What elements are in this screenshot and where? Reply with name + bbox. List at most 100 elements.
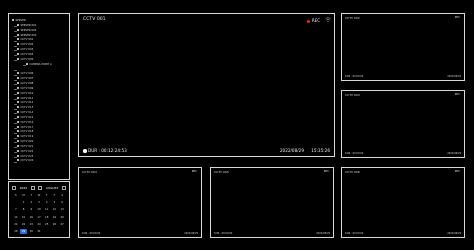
tree-item-label: CCTV 019 bbox=[20, 135, 34, 139]
calendar-day[interactable]: 14 bbox=[12, 215, 20, 220]
calendar-day[interactable]: 11 bbox=[43, 207, 51, 212]
tree-node-icon bbox=[17, 130, 19, 133]
tree-item-label: CAMERA POINT A bbox=[29, 62, 52, 66]
calendar-month: AUGUST bbox=[45, 186, 59, 190]
calendar-day[interactable]: 3 bbox=[35, 200, 43, 205]
camera-date: 2022/08/29 bbox=[447, 152, 461, 155]
calendar-day[interactable]: 5 bbox=[51, 200, 59, 205]
calendar-day[interactable]: 30 bbox=[27, 229, 35, 234]
duration-display: DUR : 00:12:24:53 bbox=[83, 148, 127, 153]
weekday-label: T bbox=[45, 194, 48, 197]
calendar-day[interactable]: 1 bbox=[20, 200, 28, 205]
calendar-day[interactable]: 17 bbox=[35, 215, 43, 220]
tree-item-label: CCTV 008 bbox=[20, 81, 34, 85]
tree-item-label: CCTV 021 bbox=[20, 144, 34, 148]
main-camera-view[interactable]: CCTV 001 REC DUR : 00:12:24:53 2022/08/2… bbox=[78, 13, 335, 157]
camera-date: 2022/08/29 bbox=[279, 148, 304, 153]
signal-icon bbox=[325, 17, 331, 22]
calendar-day[interactable]: 31 bbox=[35, 229, 43, 234]
camera-date: 2022/08/29 bbox=[447, 232, 461, 235]
rec-indicator: REC bbox=[454, 170, 460, 173]
camera-title: CCTV 002 bbox=[345, 16, 360, 20]
tree-node-icon bbox=[17, 140, 19, 143]
calendar-day[interactable]: 6 bbox=[58, 200, 66, 205]
calendar-day[interactable]: 12 bbox=[51, 207, 59, 212]
calendar-day[interactable]: 20 bbox=[58, 215, 66, 220]
camera-date: 2022/08/29 bbox=[184, 232, 198, 235]
device-tree-panel: SERVER SERVER 001 SERVER 002 SERVER 003 CCTV… bbox=[8, 13, 70, 180]
rec-indicator: REC bbox=[307, 18, 320, 23]
calendar-day[interactable]: 24 bbox=[35, 222, 43, 227]
tree-item-label: CCTV 018 bbox=[20, 130, 34, 134]
tree-node-icon bbox=[17, 57, 19, 60]
tree-node-icon bbox=[17, 77, 19, 80]
tree-item-label: CCTV 001 bbox=[20, 38, 34, 42]
tree-item[interactable]: CCTV 024 bbox=[12, 159, 67, 164]
calendar-day[interactable]: 4 bbox=[43, 200, 51, 205]
calendar-day[interactable]: 13 bbox=[58, 207, 66, 212]
calendar-day[interactable]: 21 bbox=[12, 222, 20, 227]
rec-dot-icon bbox=[307, 19, 311, 23]
camera-view-6[interactable]: CCTV 006 REC DUR : 00:00:00 2022/08/29 bbox=[341, 167, 465, 238]
tree-item-label: CCTV 005 bbox=[20, 57, 34, 61]
calendar-day[interactable]: 15 bbox=[20, 215, 28, 220]
weekday-label: F bbox=[53, 194, 56, 197]
prev-month-button[interactable] bbox=[38, 186, 43, 190]
tree-node-icon bbox=[17, 125, 19, 128]
tree-node-icon bbox=[17, 120, 19, 123]
tree-item-label: CCTV 006 bbox=[20, 72, 34, 76]
calendar-year: 2022 bbox=[19, 186, 28, 190]
calendar-day[interactable]: 19 bbox=[51, 215, 59, 220]
tree-item-label: SERVER 001 bbox=[20, 23, 37, 27]
tree-node-icon bbox=[17, 96, 19, 99]
camera-view-2[interactable]: CCTV 002 REC DUR : 00:00:00 2022/08/29 bbox=[341, 13, 465, 81]
calendar-day[interactable]: 22 bbox=[20, 222, 28, 227]
calendar-day[interactable]: 29 bbox=[19, 228, 28, 234]
next-year-button[interactable] bbox=[30, 186, 35, 190]
rec-label: REC bbox=[311, 18, 320, 23]
calendar-day bbox=[12, 200, 20, 205]
tree-node-icon bbox=[17, 115, 19, 118]
calendar-day[interactable]: 26 bbox=[51, 222, 59, 227]
duration-text: DUR : 00:00:00 bbox=[345, 75, 364, 78]
rec-indicator: REC bbox=[454, 16, 460, 19]
camera-view-5[interactable]: CCTV 005 REC DUR : 00:00:00 2022/08/29 bbox=[210, 167, 334, 238]
next-month-button[interactable] bbox=[61, 186, 66, 190]
duration-text: DUR : 00:12:24:53 bbox=[88, 148, 127, 153]
calendar-day bbox=[51, 229, 59, 234]
calendar-day[interactable]: 8 bbox=[20, 207, 28, 212]
tree-node-icon bbox=[17, 111, 19, 114]
tree-item-label: CCTV 010 bbox=[20, 91, 34, 95]
prev-year-button[interactable] bbox=[12, 186, 16, 190]
weekday-label: T bbox=[30, 194, 33, 197]
tree-item-label: CCTV 009 bbox=[20, 86, 34, 90]
calendar-day bbox=[58, 229, 66, 234]
tree-node-icon bbox=[17, 81, 19, 84]
camera-date: 2022/08/29 bbox=[447, 75, 461, 78]
calendar-day[interactable]: 18 bbox=[43, 215, 51, 220]
calendar-day[interactable]: 10 bbox=[35, 207, 43, 212]
duration-text: DUR : 00:00:00 bbox=[82, 232, 101, 235]
camera-view-4[interactable]: CCTV 004 REC DUR : 00:00:00 2022/08/29 bbox=[78, 167, 202, 238]
calendar-day[interactable]: 27 bbox=[58, 222, 66, 227]
calendar-day[interactable]: 7 bbox=[12, 207, 20, 212]
calendar-day[interactable]: 23 bbox=[27, 222, 35, 227]
tree-node-icon bbox=[17, 91, 19, 94]
device-tree-list: SERVER SERVER 001 SERVER 002 SERVER 003 CCTV… bbox=[12, 19, 67, 164]
tree-node-icon bbox=[17, 52, 19, 55]
calendar-day[interactable]: 9 bbox=[27, 207, 35, 212]
duration-text: DUR : 00:00:00 bbox=[345, 232, 364, 235]
calendar-day[interactable]: 28 bbox=[12, 229, 20, 234]
camera-title: CCTV 006 bbox=[345, 170, 360, 174]
tree-node-icon bbox=[17, 149, 19, 152]
tree-node-icon bbox=[17, 106, 19, 109]
calendar-day[interactable]: 25 bbox=[43, 222, 51, 227]
tree-node-icon bbox=[26, 62, 28, 65]
tree-node-icon bbox=[17, 159, 19, 162]
tree-item-label: SERVER 002 bbox=[20, 28, 37, 32]
camera-view-3[interactable]: CCTV 003 REC DUR : 00:00:00 2022/08/29 bbox=[341, 90, 465, 158]
tree-item-label: CCTV 015 bbox=[20, 115, 34, 119]
camera-title: CCTV 005 bbox=[214, 170, 229, 174]
calendar-day[interactable]: 2 bbox=[27, 200, 35, 205]
calendar-day[interactable]: 16 bbox=[27, 215, 35, 220]
